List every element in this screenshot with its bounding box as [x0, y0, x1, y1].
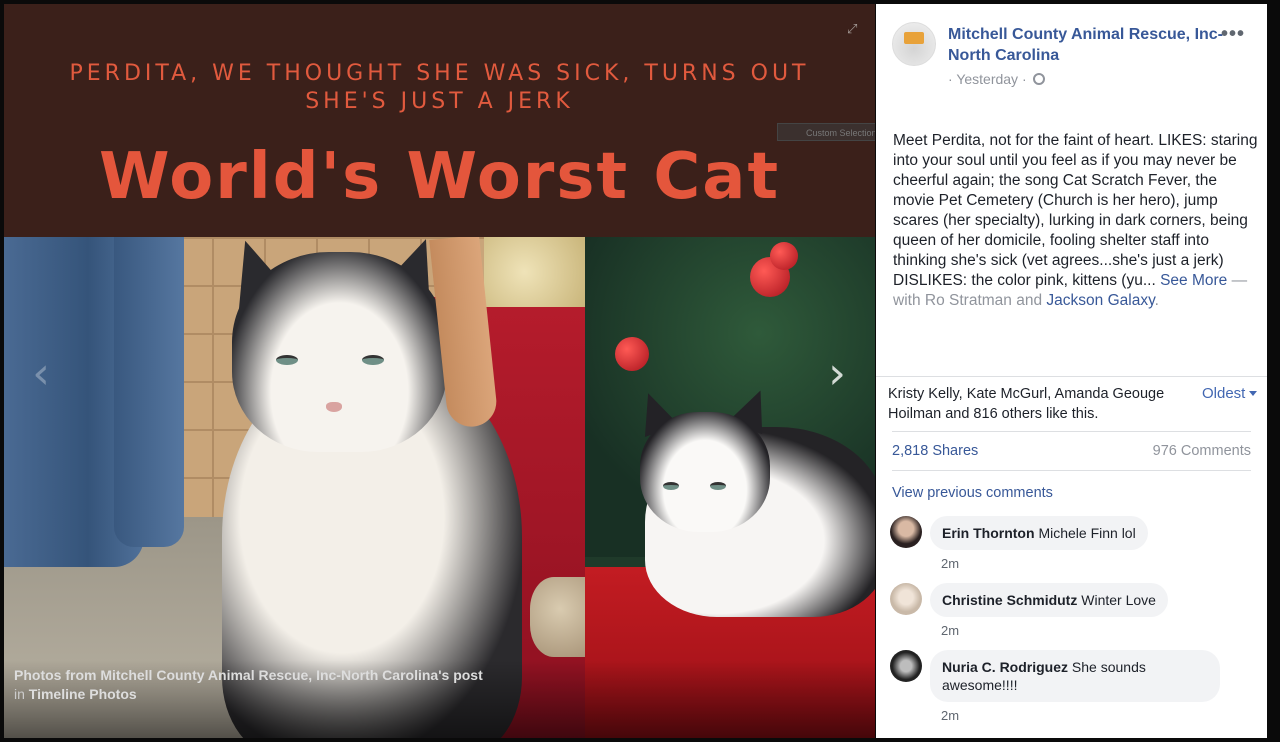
see-more-link[interactable]: See More — [1160, 272, 1227, 289]
comment-time[interactable]: 2m — [941, 556, 959, 571]
post-body: Meet Perdita, not for the faint of heart… — [893, 131, 1258, 311]
banner-title: World's Worst Cat — [98, 140, 781, 214]
expand-icon[interactable]: ⤢ — [847, 22, 861, 36]
comment-author[interactable]: Erin Thornton — [942, 525, 1035, 541]
comment-bubble: Nuria C. Rodriguez She sounds awesome!!!… — [930, 650, 1220, 702]
avatar[interactable] — [890, 516, 922, 548]
sort-label: Oldest — [1202, 385, 1246, 402]
more-options-button[interactable]: ••• — [1221, 24, 1245, 44]
comment-author[interactable]: Nuria C. Rodriguez — [942, 659, 1068, 675]
banner-subtitle: PERDITA, WE THOUGHT SHE WAS SICK, TURNS … — [4, 60, 875, 116]
photo-caption: Photos from Mitchell County Animal Rescu… — [4, 660, 875, 738]
photo-theater: PERDITA, WE THOUGHT SHE WAS SICK, TURNS … — [0, 0, 1280, 742]
post-sidebar: Mitchell County Animal Rescue, Inc-North… — [876, 4, 1267, 738]
view-previous-comments-link[interactable]: View previous comments — [892, 483, 1053, 503]
photo-viewer[interactable]: PERDITA, WE THOUGHT SHE WAS SICK, TURNS … — [4, 4, 875, 738]
avatar[interactable] — [890, 650, 922, 682]
caption-source[interactable]: Photos from Mitchell County Animal Rescu… — [14, 666, 865, 685]
page-name-link[interactable]: Mitchell County Animal Rescue, Inc-North… — [948, 24, 1228, 66]
comment-text: Winter Love — [1081, 592, 1156, 608]
divider — [892, 470, 1251, 471]
comment-sort-dropdown[interactable]: Oldest — [1202, 384, 1258, 404]
chevron-left-icon[interactable]: ‹ — [26, 349, 56, 399]
tagged-person-1[interactable]: Ro Stratman — [925, 292, 1012, 309]
avatar[interactable] — [890, 583, 922, 615]
caption-album-prefix: in — [14, 686, 25, 702]
comment-text: Michele Finn lol — [1038, 525, 1136, 541]
comment-time[interactable]: 2m — [941, 623, 959, 638]
photo-banner: PERDITA, WE THOUGHT SHE WAS SICK, TURNS … — [4, 4, 875, 237]
comment-time[interactable]: 2m — [941, 708, 959, 723]
comment-bubble: Erin Thornton Michele Finn lol — [930, 516, 1148, 550]
post-meta: · Yesterday · — [948, 71, 1045, 87]
post-end-period: . — [1154, 292, 1159, 309]
comments-count[interactable]: 976 Comments — [1153, 441, 1251, 461]
globe-icon[interactable] — [1032, 73, 1045, 85]
banner-subtitle-line-1: PERDITA, WE THOUGHT SHE WAS SICK, TURNS … — [69, 61, 810, 86]
post-timestamp[interactable]: Yesterday — [956, 71, 1018, 87]
divider — [876, 376, 1267, 377]
page-avatar[interactable] — [892, 22, 936, 66]
banner-subtitle-line-2: SHE'S JUST A JERK — [305, 89, 574, 114]
with-and: and — [1016, 292, 1043, 309]
caption-album: in Timeline Photos — [14, 685, 865, 704]
chevron-right-icon[interactable]: › — [822, 349, 852, 399]
likes-summary[interactable]: Kristy Kelly, Kate McGurl, Amanda Geouge… — [888, 384, 1188, 424]
custom-selection-overlay: Custom Selection — [777, 123, 875, 141]
chevron-down-icon — [1249, 391, 1258, 396]
post-text: Meet Perdita, not for the faint of heart… — [893, 132, 1258, 289]
shares-link[interactable]: 2,818 Shares — [892, 441, 978, 461]
comment-author[interactable]: Christine Schmidutz — [942, 592, 1077, 608]
divider — [892, 431, 1251, 432]
tagged-person-2[interactable]: Jackson Galaxy — [1046, 292, 1154, 309]
timeline-photos-link[interactable]: Timeline Photos — [29, 686, 137, 702]
comment-bubble: Christine Schmidutz Winter Love — [930, 583, 1168, 617]
